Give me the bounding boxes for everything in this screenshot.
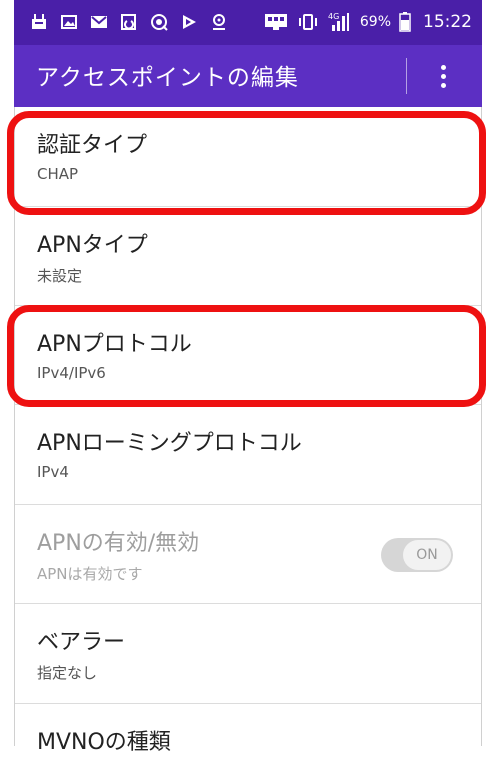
network-type-label: 4G (328, 12, 339, 21)
setting-apn-roaming-protocol[interactable]: APNローミングプロトコル IPv4 (15, 405, 481, 505)
setting-apn-protocol[interactable]: APNプロトコル IPv4/IPv6 (15, 306, 481, 405)
play-store-icon (180, 13, 198, 31)
battery-percent: 69% (359, 14, 391, 30)
setting-title: APNタイプ (37, 233, 148, 258)
setting-bearer[interactable]: ベアラー 指定なし (15, 604, 481, 704)
location-icon (210, 13, 228, 31)
gmail-icon (90, 13, 108, 31)
setting-title: APNの有効/無効 (37, 531, 200, 556)
setting-mvno-type[interactable]: MVNOの種類 (15, 704, 481, 764)
setting-apn-type[interactable]: APNタイプ 未設定 (15, 207, 481, 306)
setting-title: ベアラー (37, 630, 126, 655)
setting-value: 指定なし (37, 664, 98, 682)
battery-icon (399, 12, 411, 32)
more-vert-icon[interactable] (429, 59, 457, 93)
setting-value: IPv4 (37, 463, 69, 481)
setting-title: APNプロトコル (37, 332, 192, 357)
apn-enable-toggle[interactable]: ON (381, 538, 453, 572)
settings-list: 認証タイプ CHAP APNタイプ 未設定 APNプロトコル IPv4/IPv6… (14, 107, 482, 755)
vibrate-icon (298, 13, 318, 31)
setting-title: APNローミングプロトコル (37, 431, 302, 456)
sync-icon (120, 13, 138, 31)
setting-title: MVNOの種類 (37, 730, 171, 755)
screen-mirror-icon (264, 13, 288, 31)
setting-apn-enable[interactable]: APNの有効/無効 APNは有効です ON (15, 505, 481, 604)
toggle-label: ON (403, 540, 451, 570)
app-bar: アクセスポイントの編集 (14, 45, 482, 107)
app-bar-divider (406, 58, 407, 94)
screen: 4G 69% 15:22 アクセスポイントの編集 認証タイプ CHAP APNタ… (0, 0, 493, 755)
browser-icon (150, 13, 168, 31)
signal-4g-icon: 4G (328, 11, 350, 33)
notification-icons (30, 9, 240, 35)
store-icon (30, 13, 48, 31)
page-title: アクセスポイントの編集 (36, 65, 299, 91)
setting-value: IPv4/IPv6 (37, 364, 106, 382)
clock: 15:22 (423, 12, 472, 32)
setting-value: 未設定 (37, 267, 83, 285)
status-bar: 4G 69% 15:22 (14, 0, 482, 45)
setting-auth-type[interactable]: 認証タイプ CHAP (15, 107, 481, 207)
setting-title: 認証タイプ (37, 133, 148, 158)
setting-value: CHAP (37, 165, 79, 183)
image-icon (60, 13, 78, 31)
setting-value: APNは有効です (37, 565, 143, 583)
system-status: 4G 69% 15:22 (264, 8, 472, 36)
